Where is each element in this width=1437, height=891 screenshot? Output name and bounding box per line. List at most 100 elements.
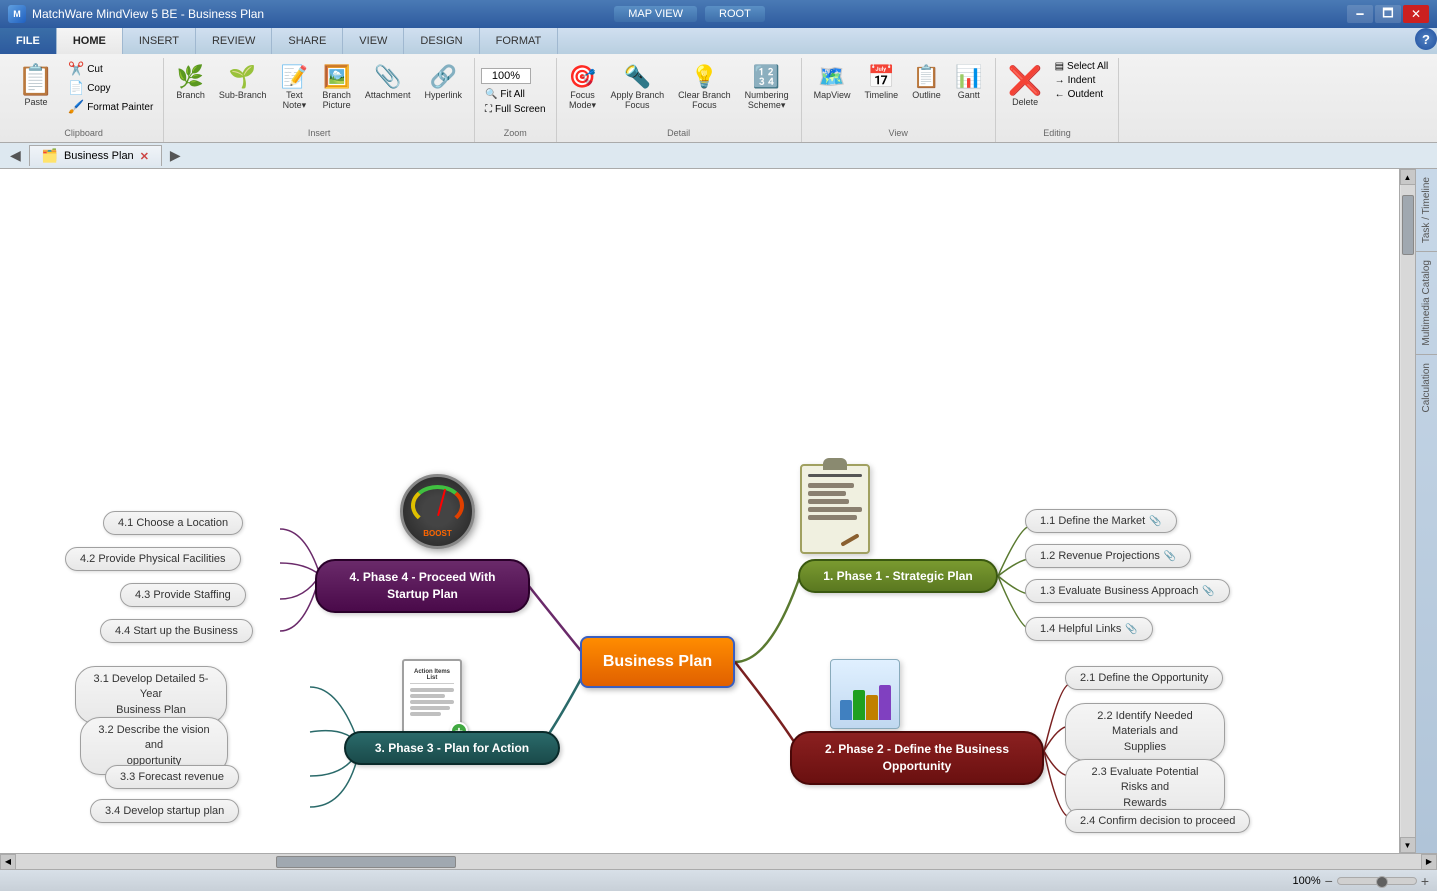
calculation-panel[interactable]: Calculation bbox=[1419, 355, 1434, 420]
select-all-button[interactable]: ▤ Select All bbox=[1051, 60, 1113, 73]
tab-view[interactable]: VIEW bbox=[343, 28, 404, 54]
gantt-button[interactable]: 📊 Gantt bbox=[949, 60, 989, 104]
center-node[interactable]: Business Plan bbox=[580, 636, 735, 688]
zoom-minus-btn[interactable]: − bbox=[1325, 873, 1333, 889]
phase2-node[interactable]: 2. Phase 2 - Define the BusinessOpportun… bbox=[790, 731, 1044, 785]
tab-review[interactable]: REVIEW bbox=[196, 28, 272, 54]
leaf-2-2[interactable]: 2.2 Identify Needed Materials andSupplie… bbox=[1065, 703, 1225, 761]
tab-share[interactable]: SHARE bbox=[272, 28, 343, 54]
phase4-node[interactable]: 4. Phase 4 - Proceed WithStartup Plan bbox=[315, 559, 530, 613]
phase1-image bbox=[800, 464, 870, 554]
branch-picture-button[interactable]: 🖼️ BranchPicture bbox=[316, 60, 357, 114]
map-view-btn[interactable]: MAP VIEW bbox=[614, 6, 697, 22]
h-scroll-track[interactable] bbox=[16, 855, 1421, 869]
attachment-button[interactable]: 📎 Attachment bbox=[359, 60, 417, 104]
leaf-1-3[interactable]: 1.3 Evaluate Business Approach 📎 bbox=[1025, 579, 1230, 603]
zoom-plus-btn[interactable]: + bbox=[1421, 873, 1429, 889]
outdent-button[interactable]: ← Outdent bbox=[1051, 88, 1113, 101]
leaf-4-4[interactable]: 4.4 Start up the Business bbox=[100, 619, 253, 643]
help-btn[interactable]: ? bbox=[1415, 28, 1437, 50]
maximize-btn[interactable]: 🗖 bbox=[1375, 5, 1401, 23]
mapview-icon: 🗺️ bbox=[818, 64, 845, 90]
branch-button[interactable]: 🌿 Branch bbox=[170, 60, 211, 104]
scroll-thumb[interactable] bbox=[1402, 195, 1414, 255]
branch-picture-icon: 🖼️ bbox=[323, 64, 350, 90]
phase3-node[interactable]: 3. Phase 3 - Plan for Action bbox=[344, 731, 560, 765]
h-scroll-left-btn[interactable]: ◀ bbox=[0, 854, 16, 870]
task-timeline-panel[interactable]: Task / Timeline bbox=[1419, 169, 1434, 251]
branch-icon: 🌿 bbox=[177, 64, 204, 90]
leaf-2-4[interactable]: 2.4 Confirm decision to proceed bbox=[1065, 809, 1250, 833]
full-screen-button[interactable]: ⛶ Full Screen bbox=[481, 103, 550, 116]
editing-group-content: ❌ Delete ▤ Select All → Indent ← Outdent bbox=[1002, 60, 1112, 124]
tab-file[interactable]: FILE bbox=[0, 28, 57, 54]
mapview-button[interactable]: 🗺️ MapView bbox=[808, 60, 857, 104]
tab-nav-forward[interactable]: ▶ bbox=[164, 147, 187, 164]
cut-button[interactable]: ✂️ Cut bbox=[64, 60, 157, 78]
copy-button[interactable]: 📄 Copy bbox=[64, 79, 157, 97]
tab-nav-back[interactable]: ◀ bbox=[4, 147, 27, 164]
detail-group-label: Detail bbox=[667, 126, 690, 140]
leaf-4-4-label: 4.4 Start up the Business bbox=[115, 625, 238, 637]
tab-home[interactable]: HOME bbox=[57, 28, 123, 54]
tab-close-btn[interactable]: ✕ bbox=[140, 150, 149, 163]
leaf-4-2[interactable]: 4.2 Provide Physical Facilities bbox=[65, 547, 241, 571]
timeline-button[interactable]: 📅 Timeline bbox=[859, 60, 905, 104]
leaf-3-2-label: 3.2 Describe the vision andopportunity bbox=[98, 724, 209, 767]
document-tab[interactable]: 🗂️ Business Plan ✕ bbox=[29, 145, 162, 166]
paste-button[interactable]: 📋 Paste bbox=[10, 60, 62, 111]
leaf-4-3-label: 4.3 Provide Staffing bbox=[135, 589, 231, 601]
scroll-track[interactable] bbox=[1401, 185, 1415, 837]
format-painter-button[interactable]: 🖌️ Format Painter bbox=[64, 98, 157, 116]
zoom-slider-thumb[interactable] bbox=[1376, 876, 1388, 888]
indent-button[interactable]: → Indent bbox=[1051, 74, 1113, 87]
hyperlink-button[interactable]: 🔗 Hyperlink bbox=[418, 60, 468, 104]
leaf-1-2[interactable]: 1.2 Revenue Projections 📎 bbox=[1025, 544, 1191, 568]
select-all-icon: ▤ bbox=[1055, 61, 1064, 72]
leaf-2-1[interactable]: 2.1 Define the Opportunity bbox=[1065, 666, 1223, 690]
tab-insert[interactable]: INSERT bbox=[123, 28, 196, 54]
tab-design[interactable]: DESIGN bbox=[404, 28, 479, 54]
phase1-node[interactable]: 1. Phase 1 - Strategic Plan bbox=[798, 559, 998, 593]
numbering-scheme-button[interactable]: 🔢 NumberingScheme▾ bbox=[739, 60, 795, 115]
leaf-1-1[interactable]: 1.1 Define the Market 📎 bbox=[1025, 509, 1177, 533]
root-btn[interactable]: ROOT bbox=[705, 6, 765, 22]
leaf-3-4[interactable]: 3.4 Develop startup plan bbox=[90, 799, 239, 823]
clear-branch-focus-button[interactable]: 💡 Clear BranchFocus bbox=[672, 60, 737, 114]
leaf-4-1[interactable]: 4.1 Choose a Location bbox=[103, 511, 243, 535]
focus-mode-button[interactable]: 🎯 FocusMode▾ bbox=[563, 60, 603, 115]
h-scroll-thumb[interactable] bbox=[276, 856, 456, 868]
phase2-image bbox=[830, 659, 900, 729]
timeline-icon: 📅 bbox=[868, 64, 895, 90]
ribbon-tabs: FILE HOME INSERT REVIEW SHARE VIEW DESIG… bbox=[0, 28, 1437, 54]
multimedia-catalog-panel[interactable]: Multimedia Catalog bbox=[1419, 252, 1434, 354]
zoom-slider-track[interactable] bbox=[1337, 877, 1417, 885]
text-note-button[interactable]: 📝 TextNote▾ bbox=[274, 60, 314, 115]
leaf-4-2-label: 4.2 Provide Physical Facilities bbox=[80, 553, 226, 565]
leaf-4-3[interactable]: 4.3 Provide Staffing bbox=[120, 583, 246, 607]
h-scroll-right-btn[interactable]: ▶ bbox=[1421, 854, 1437, 870]
fit-all-button[interactable]: 🔍 Fit All bbox=[481, 88, 529, 101]
app-title: MatchWare MindView 5 BE - Business Plan bbox=[32, 7, 610, 21]
center-node-label: Business Plan bbox=[603, 653, 712, 671]
delete-button[interactable]: ❌ Delete bbox=[1002, 60, 1049, 111]
sub-branch-button[interactable]: 🌱 Sub-Branch bbox=[213, 60, 273, 104]
leaf-1-4[interactable]: 1.4 Helpful Links 📎 bbox=[1025, 617, 1153, 641]
canvas[interactable]: Business Plan 1. Phase 1 - Strategic Pla… bbox=[0, 169, 1399, 853]
close-btn[interactable]: ✕ bbox=[1403, 5, 1429, 23]
minimize-btn[interactable]: 🗕 bbox=[1347, 5, 1373, 23]
leaf-1-4-label: 1.4 Helpful Links bbox=[1040, 623, 1121, 635]
outline-label: Outline bbox=[912, 90, 941, 100]
tab-doc-name: Business Plan bbox=[64, 150, 134, 162]
scroll-down-btn[interactable]: ▼ bbox=[1400, 837, 1416, 853]
leaf-3-1[interactable]: 3.1 Develop Detailed 5-YearBusiness Plan bbox=[75, 666, 227, 724]
text-note-icon: 📝 bbox=[281, 64, 308, 90]
numbering-scheme-label: NumberingScheme▾ bbox=[745, 90, 789, 111]
tab-format[interactable]: FORMAT bbox=[480, 28, 559, 54]
apply-branch-focus-button[interactable]: 🔦 Apply BranchFocus bbox=[605, 60, 671, 114]
leaf-1-3-label: 1.3 Evaluate Business Approach bbox=[1040, 585, 1198, 597]
outline-button[interactable]: 📋 Outline bbox=[906, 60, 947, 104]
leaf-3-3[interactable]: 3.3 Forecast revenue bbox=[105, 765, 239, 789]
editing-group-label: Editing bbox=[1043, 126, 1071, 140]
scroll-up-btn[interactable]: ▲ bbox=[1400, 169, 1416, 185]
